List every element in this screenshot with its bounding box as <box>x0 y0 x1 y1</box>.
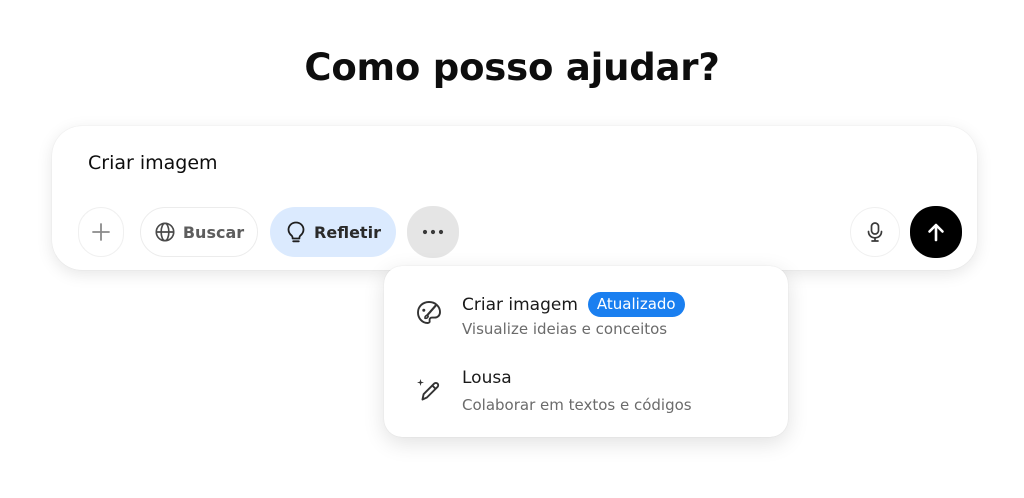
prompt-input[interactable] <box>88 152 788 174</box>
menu-item-title: Criar imagem Atualizado <box>462 292 685 317</box>
prompt-composer: Buscar Refletir <box>52 126 977 270</box>
menu-item-title-text: Lousa <box>462 368 512 388</box>
think-button-label: Refletir <box>314 222 381 242</box>
search-button[interactable]: Buscar <box>140 207 258 257</box>
menu-item-subtitle: Visualize ideias e conceitos <box>462 320 668 338</box>
globe-icon <box>155 222 175 242</box>
think-button[interactable]: Refletir <box>270 207 396 257</box>
palette-brush-icon <box>417 301 441 324</box>
plus-icon <box>92 223 110 241</box>
menu-item-title: Lousa <box>462 368 512 388</box>
send-button[interactable] <box>910 206 962 258</box>
page: Como posso ajudar? Buscar Refletir <box>0 0 1024 498</box>
attach-button[interactable] <box>78 207 124 257</box>
search-button-label: Buscar <box>182 222 245 242</box>
menu-item-canvas[interactable]: Lousa Colaborar em textos e códigos <box>398 356 774 422</box>
menu-item-create-image[interactable]: Criar imagem Atualizado Visualize ideias… <box>398 280 774 346</box>
tools-dropdown-menu: Criar imagem Atualizado Visualize ideias… <box>384 266 788 437</box>
arrow-up-icon <box>928 223 944 242</box>
voice-input-button[interactable] <box>850 207 900 257</box>
updated-badge: Atualizado <box>587 292 685 317</box>
microphone-icon <box>867 222 883 242</box>
more-tools-button[interactable] <box>407 206 459 258</box>
page-title: Como posso ajudar? <box>304 46 720 89</box>
menu-item-subtitle: Colaborar em textos e códigos <box>462 396 692 414</box>
menu-item-title-text: Criar imagem <box>462 294 578 315</box>
more-dots-icon <box>422 229 444 235</box>
lightbulb-icon <box>287 221 305 243</box>
pencil-sparkle-icon <box>417 379 440 401</box>
